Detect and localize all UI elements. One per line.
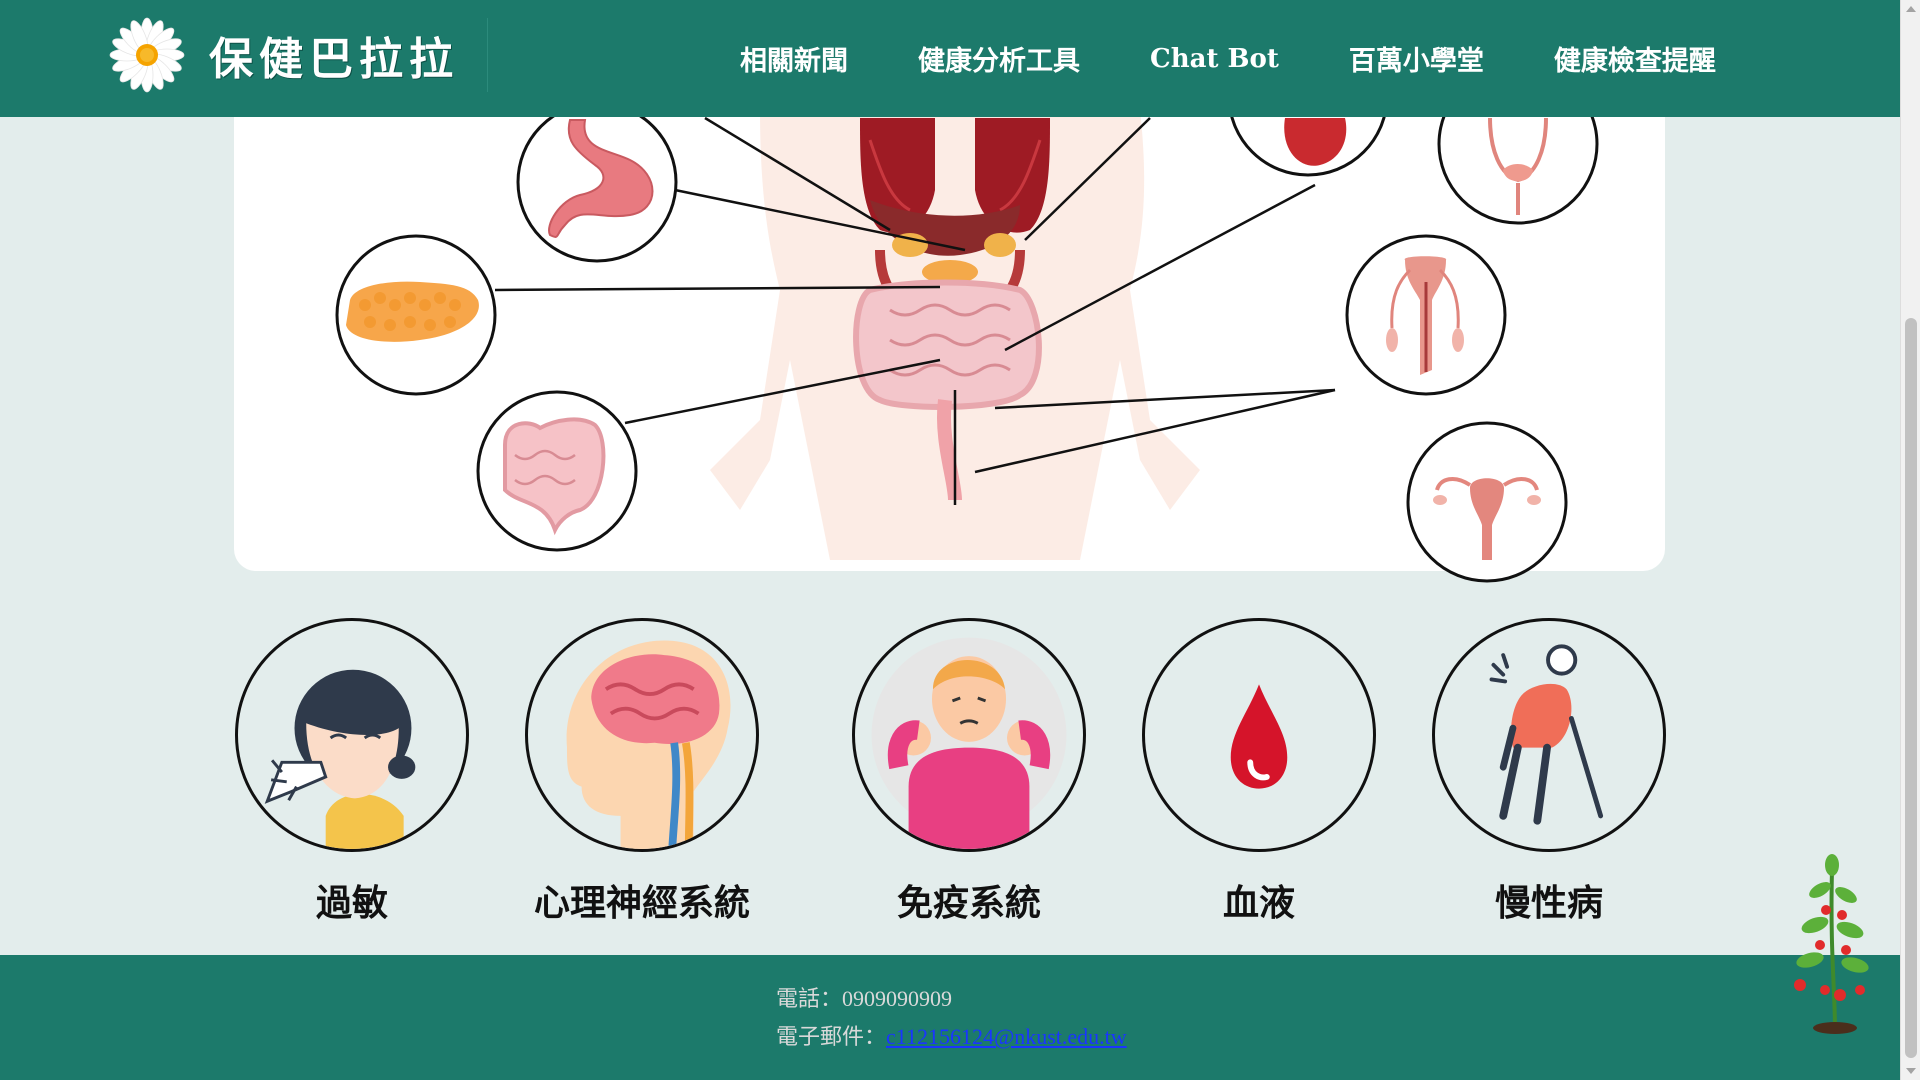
category-label: 血液 <box>1222 883 1295 924</box>
blood-drop-icon[interactable] <box>1142 618 1376 852</box>
category-psych-neuro[interactable]: 心理神經系統 <box>524 618 760 926</box>
category-label: 心理神經系統 <box>533 883 750 924</box>
allergy-icon[interactable] <box>235 618 469 852</box>
footer-email-label: 電子郵件： <box>776 1024 887 1049</box>
category-label: 過敏 <box>315 883 388 924</box>
nav-quiz[interactable]: 百萬小學堂 <box>1349 39 1484 78</box>
chronic-illness-icon[interactable] <box>1432 618 1666 852</box>
site-footer: 電話：0909090909 電子郵件：c112156124@nkust.edu.… <box>0 955 1900 1080</box>
site-logo-text: 保健巴拉拉 <box>209 34 459 85</box>
daisy-icon <box>109 17 185 93</box>
site-logo[interactable]: 保健巴拉拉 <box>102 17 488 93</box>
page-scrollbar[interactable] <box>1900 0 1920 1080</box>
nav-checkup-reminder[interactable]: 健康檢查提醒 <box>1554 39 1716 78</box>
site-header: 保健巴拉拉 相關新聞 健康分析工具 Chat Bot 百萬小學堂 健康檢查提醒 <box>0 0 1900 117</box>
category-blood[interactable]: 血液 <box>1141 618 1377 926</box>
footer-email-row: 電子郵件：c112156124@nkust.edu.tw <box>776 1019 1127 1051</box>
scroll-thumb[interactable] <box>1905 318 1917 1058</box>
tomato-plant-icon <box>1794 854 1869 1034</box>
main-nav: 相關新聞 健康分析工具 Chat Bot 百萬小學堂 健康檢查提醒 <box>740 0 1716 117</box>
scroll-down-arrow-icon[interactable] <box>1906 1068 1916 1074</box>
category-chronic-illness[interactable]: 慢性病 <box>1431 618 1667 926</box>
anatomy-card <box>234 60 1665 571</box>
category-label: 免疫系統 <box>896 883 1041 924</box>
nav-chat-bot[interactable]: Chat Bot <box>1150 44 1279 74</box>
scroll-up-arrow-icon[interactable] <box>1906 6 1916 12</box>
category-immune[interactable]: 免疫系統 <box>851 618 1087 926</box>
footer-phone: 電話：0909090909 <box>776 986 953 1011</box>
nav-health-analysis-tools[interactable]: 健康分析工具 <box>918 39 1080 78</box>
brain-icon[interactable] <box>525 618 759 852</box>
category-allergy[interactable]: 過敏 <box>234 618 470 926</box>
nav-news[interactable]: 相關新聞 <box>740 39 848 78</box>
immune-icon[interactable] <box>852 618 1086 852</box>
category-label: 慢性病 <box>1494 883 1603 924</box>
footer-email-link[interactable]: c112156124@nkust.edu.tw <box>886 1024 1127 1049</box>
